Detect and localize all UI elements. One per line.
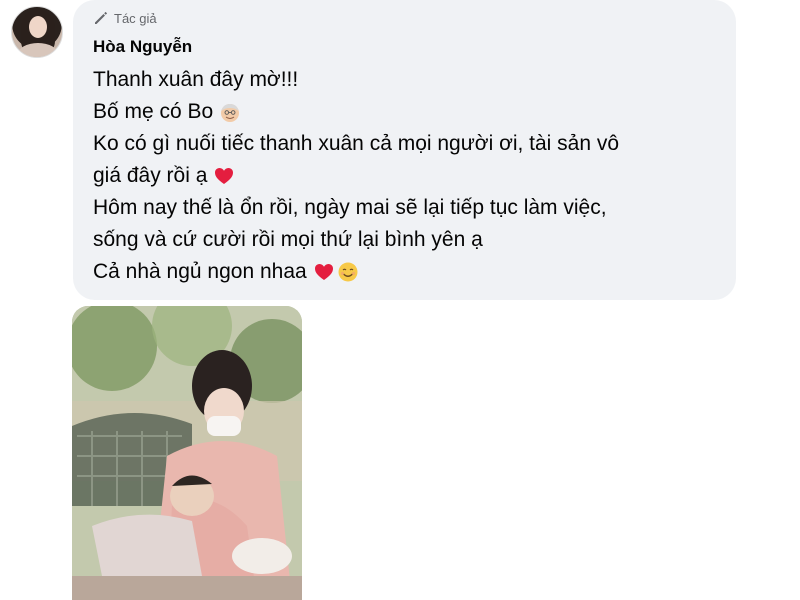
author-badge-label: Tác giả [114, 10, 157, 26]
comment-line: sống và cứ cười rồi mọi thứ lại bình yên… [93, 224, 723, 256]
attached-photo[interactable] [72, 306, 302, 600]
comment-line: giá đây rồi ạ [93, 160, 723, 192]
pencil-icon [95, 11, 108, 24]
avatar-shoulder [18, 43, 58, 57]
comment-line: Ko có gì nuối tiếc thanh xuân cả mọi ngư… [93, 128, 723, 160]
comment-line-text: Thanh xuân đây mờ!!! [93, 68, 299, 91]
author-name[interactable]: Hòa Nguyễn [93, 37, 192, 57]
comment-line-text: Hôm nay thế là ổn rồi, ngày mai sẽ lại t… [93, 196, 607, 219]
red-heart-icon [215, 168, 234, 184]
photo-scene [72, 306, 302, 600]
comment-line-text: Bố mẹ có Bo [93, 100, 214, 123]
comment-line: Hôm nay thế là ổn rồi, ngày mai sẽ lại t… [93, 192, 723, 224]
comment-line: Bố mẹ có Bo [93, 96, 723, 128]
comment-line-text: Cả nhà ngủ ngon nhaa [93, 260, 307, 283]
red-heart-icon [314, 264, 333, 280]
author-badge: Tác giả [93, 10, 157, 26]
comment-line: Thanh xuân đây mờ!!! [93, 64, 723, 96]
comment-text: Thanh xuân đây mờ!!! Bố mẹ có Bo Ko có g… [93, 64, 723, 288]
comment-line-text: giá đây rồi ạ [93, 164, 208, 187]
comment-line-text: Ko có gì nuối tiếc thanh xuân cả mọi ngư… [93, 132, 620, 155]
author-avatar[interactable] [11, 6, 63, 58]
comment-line: Cả nhà ngủ ngon nhaa [93, 256, 723, 288]
smiling-face-icon [338, 262, 358, 282]
avatar-face [29, 16, 47, 38]
comment-line-text: sống và cứ cười rồi mọi thứ lại bình yên… [93, 228, 483, 251]
old-man-emoji-icon [221, 104, 240, 122]
